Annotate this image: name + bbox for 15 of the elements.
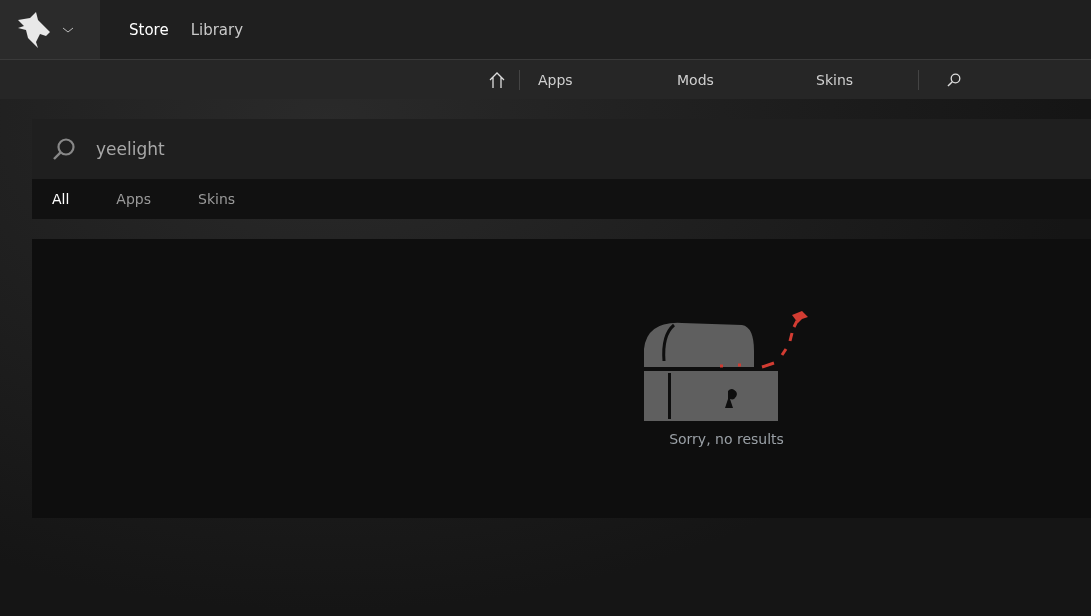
empty-message: Sorry, no results xyxy=(669,431,784,447)
nav-link[interactable]: Apps xyxy=(520,71,659,88)
filter-tab[interactable]: Skins xyxy=(188,191,246,207)
wolf-logo-icon[interactable] xyxy=(16,11,52,48)
search-field[interactable]: yeelight xyxy=(94,138,498,160)
filter-tab[interactable]: All xyxy=(42,191,80,207)
search-icon xyxy=(52,137,76,161)
home-icon[interactable] xyxy=(487,71,506,88)
nav-link[interactable]: Skins xyxy=(798,71,918,88)
chevron-down-icon[interactable] xyxy=(62,26,74,33)
top-tab[interactable]: Library xyxy=(179,0,255,59)
top-tab[interactable]: Store xyxy=(118,0,180,59)
filter-tab[interactable]: Apps xyxy=(106,191,161,207)
nav-link[interactable]: Mods xyxy=(659,71,798,88)
search-icon[interactable] xyxy=(947,72,961,87)
